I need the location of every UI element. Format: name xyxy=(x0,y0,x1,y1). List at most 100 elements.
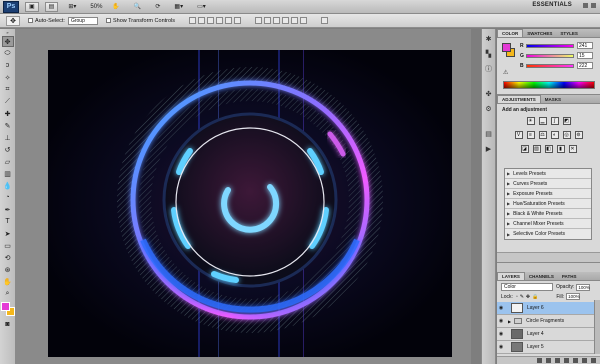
auto-align-icon[interactable] xyxy=(321,17,329,24)
rotate-view-icon[interactable]: ⟳ xyxy=(151,2,164,12)
path-selection-tool-icon[interactable]: ➤ xyxy=(2,228,14,239)
visibility-eye-icon[interactable]: ◉ xyxy=(497,318,505,324)
photo-filter-icon[interactable]: ◎ xyxy=(562,131,571,139)
actions-icon[interactable]: ▶ xyxy=(483,143,494,154)
preset-item[interactable]: ▶ Channel Mixer Presets xyxy=(505,219,591,229)
screen-mode-icon[interactable]: ▭▾ xyxy=(193,2,210,12)
healing-brush-tool-icon[interactable]: ✚ xyxy=(2,108,14,119)
new-adjustment-layer-icon[interactable] xyxy=(564,358,569,363)
history-icon[interactable]: ▤ xyxy=(483,128,494,139)
tab-channels[interactable]: CHANNELS xyxy=(525,272,558,280)
exposure-icon[interactable]: ◩ xyxy=(562,117,571,125)
toolbox-collapse-icon[interactable]: » xyxy=(2,30,14,35)
preset-item[interactable]: ▶ Levels Presets xyxy=(505,169,591,179)
align-left-icon[interactable] xyxy=(216,17,224,24)
eyedropper-tool-icon[interactable]: ⟋ xyxy=(2,96,14,107)
blue-channel-value[interactable]: 222 xyxy=(577,62,593,69)
new-layer-icon[interactable] xyxy=(582,358,587,363)
hue-saturation-icon[interactable]: ≡ xyxy=(526,131,535,139)
align-vcenter-icon[interactable] xyxy=(198,17,206,24)
blue-channel-slider[interactable] xyxy=(526,63,574,68)
info-icon[interactable]: ⓘ xyxy=(483,63,494,74)
zoom-level[interactable]: 50% xyxy=(90,4,102,10)
green-channel-value[interactable]: 15 xyxy=(577,52,593,59)
layer-row[interactable]: ◉ Layer 6 xyxy=(497,302,594,315)
layers-scrollbar[interactable] xyxy=(594,300,600,354)
workspace-switcher[interactable]: ESSENTIALS xyxy=(532,2,572,8)
maximize-icon[interactable] xyxy=(591,3,596,8)
tab-adjustments[interactable]: ADJUSTMENTS xyxy=(497,95,541,103)
distribute-vcenter-icon[interactable] xyxy=(264,17,272,24)
visibility-eye-icon[interactable]: ◉ xyxy=(497,344,505,350)
3d-rotate-tool-icon[interactable]: ⟲ xyxy=(2,252,14,263)
brush-tool-icon[interactable]: ✎ xyxy=(2,120,14,131)
layer-style-icon[interactable] xyxy=(546,358,551,363)
view-extras-icon[interactable]: ⊞▾ xyxy=(64,2,80,12)
curves-icon[interactable]: ∫ xyxy=(550,117,559,125)
visibility-eye-icon[interactable]: ◉ xyxy=(497,305,505,311)
threshold-icon[interactable]: ◧ xyxy=(544,145,553,153)
invert-icon[interactable]: ◪ xyxy=(520,145,529,153)
red-channel-slider[interactable] xyxy=(526,43,574,48)
text-tool-icon[interactable]: T xyxy=(2,216,14,227)
preset-item[interactable]: ▶ Exposure Presets xyxy=(505,189,591,199)
layer-group-row[interactable]: ◉ ▶ Circle Fragments xyxy=(497,315,594,328)
distribute-top-icon[interactable] xyxy=(255,17,263,24)
lock-icons[interactable]: ▫✎✥🔒 xyxy=(516,294,540,300)
zoom-tool-icon[interactable]: ⌕ xyxy=(2,288,14,299)
auto-select-checkbox[interactable] xyxy=(28,18,33,23)
hand-tool-icon[interactable]: ✋ xyxy=(108,2,123,12)
tab-color[interactable]: COLOR xyxy=(497,29,524,37)
opacity-field[interactable]: 100% xyxy=(576,283,591,291)
show-transform-checkbox[interactable] xyxy=(105,18,111,23)
group-expand-triangle-icon[interactable]: ▶ xyxy=(508,319,511,324)
artwork-canvas[interactable] xyxy=(48,50,452,357)
new-group-icon[interactable] xyxy=(573,358,578,363)
mini-bridge-icon[interactable]: ▤ xyxy=(44,1,59,12)
brushes-icon[interactable]: ✤ xyxy=(483,88,494,99)
move-tool-icon[interactable]: ✥ xyxy=(1,36,14,47)
history-brush-tool-icon[interactable]: ↺ xyxy=(2,144,14,155)
preset-item[interactable]: ▶ Black & White Presets xyxy=(505,209,591,219)
auto-select-dropdown[interactable]: Group xyxy=(67,16,98,25)
vibrance-icon[interactable]: V xyxy=(514,131,523,139)
distribute-left-icon[interactable] xyxy=(282,17,290,24)
3d-orbit-tool-icon[interactable]: ⊛ xyxy=(2,264,14,275)
color-balance-icon[interactable]: ⚖ xyxy=(538,131,547,139)
bridge-icon[interactable]: ▣ xyxy=(25,1,39,12)
tab-masks[interactable]: MASKS xyxy=(541,95,565,103)
lasso-tool-icon[interactable]: ↄ xyxy=(2,60,14,71)
delete-layer-icon[interactable] xyxy=(591,358,596,363)
fill-field[interactable]: 100% xyxy=(566,293,581,300)
tab-layers[interactable]: LAYERS xyxy=(497,272,525,280)
zoom-tool-icon[interactable]: 🔍 xyxy=(130,2,145,12)
layer-row[interactable]: ◉ Layer 4 xyxy=(497,328,594,341)
marquee-tool-icon[interactable]: ⬭ xyxy=(2,48,14,59)
show-transform-option[interactable]: Show Transform Controls xyxy=(105,18,175,24)
red-channel-value[interactable]: 241 xyxy=(577,42,593,49)
black-white-icon[interactable]: ◐ xyxy=(550,131,559,139)
histogram-icon[interactable]: ▚ xyxy=(483,48,494,59)
link-layers-icon[interactable] xyxy=(537,358,542,363)
distribute-hcenter-icon[interactable] xyxy=(291,17,299,24)
tool-preset-picker[interactable]: ✥ xyxy=(6,15,20,26)
minimize-icon[interactable] xyxy=(583,3,588,8)
distribute-bottom-icon[interactable] xyxy=(273,17,281,24)
tab-swatches[interactable]: SWATCHES xyxy=(523,29,556,37)
posterize-icon[interactable]: ▨ xyxy=(532,145,541,153)
clone-stamp-tool-icon[interactable]: ⊥ xyxy=(2,132,14,143)
layer-row[interactable]: ◉ Layer 5 xyxy=(497,341,594,354)
align-bottom-icon[interactable] xyxy=(207,17,215,24)
shape-tool-icon[interactable]: ▭ xyxy=(2,240,14,251)
crop-tool-icon[interactable]: ⌗ xyxy=(2,84,14,95)
auto-select-option[interactable]: Auto-Select: Group xyxy=(28,16,98,25)
arrange-documents-icon[interactable]: ▦▾ xyxy=(170,2,187,12)
preset-item[interactable]: ▶ Hue/Saturation Presets xyxy=(505,199,591,209)
foreground-color-swatch[interactable] xyxy=(0,302,10,311)
preset-item[interactable]: ▶ Curves Presets xyxy=(505,179,591,189)
panel-foreground-swatch[interactable] xyxy=(502,43,511,52)
selective-color-icon[interactable]: ✕ xyxy=(568,145,577,153)
clone-source-icon[interactable]: ⚙ xyxy=(483,103,494,114)
align-top-icon[interactable] xyxy=(189,17,197,24)
blur-tool-icon[interactable]: 💧 xyxy=(2,180,14,191)
